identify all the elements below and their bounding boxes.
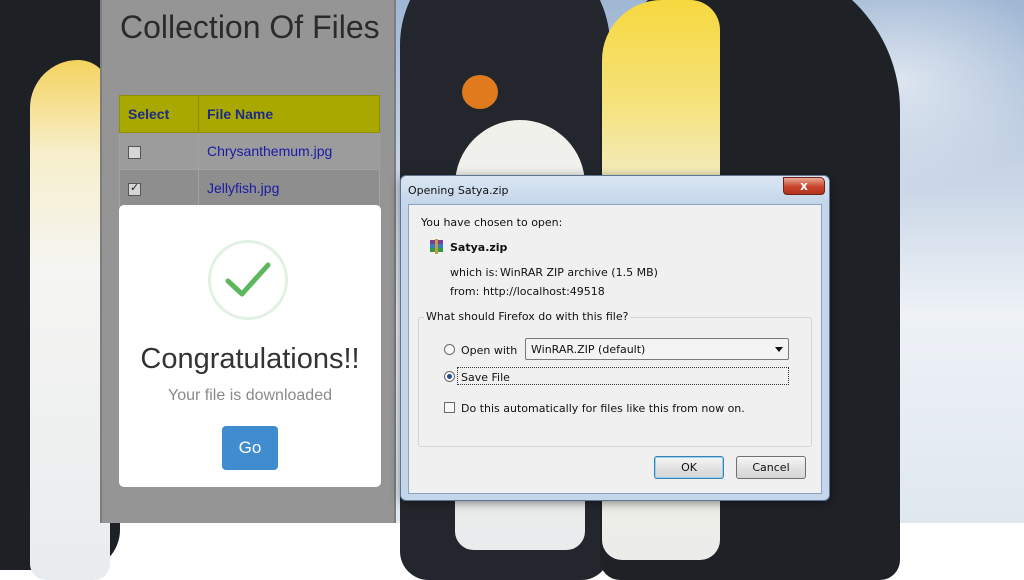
open-with-app-select[interactable]: WinRAR.ZIP (default) — [525, 338, 789, 360]
page-title: Collection Of Files — [120, 9, 380, 45]
file-name-cell: Jellyfish.jpg — [198, 169, 380, 207]
column-header-file-name: File Name — [198, 95, 380, 133]
table-header-row: Select File Name — [119, 95, 380, 133]
which-is-label: which is: — [450, 266, 499, 279]
open-with-label[interactable]: Open with — [461, 344, 517, 357]
download-dialog: Opening Satya.zip x You have chosen to o… — [400, 175, 830, 501]
open-with-radio[interactable] — [444, 344, 455, 355]
auto-label[interactable]: Do this automatically for files like thi… — [461, 402, 745, 415]
file-link[interactable]: Jellyfish.jpg — [207, 180, 279, 196]
options-question: What should Firefox do with this file? — [424, 310, 631, 323]
check-circle-icon — [208, 240, 288, 320]
column-header-select: Select — [119, 95, 199, 133]
penguin-middle-cheek — [462, 75, 498, 109]
close-icon: x — [800, 179, 808, 193]
save-file-radio[interactable] — [444, 371, 455, 382]
dialog-body: You have chosen to open: Satya.zip which… — [408, 204, 822, 494]
file-name-cell: Chrysanthemum.jpg — [198, 132, 380, 170]
file-select-checkbox[interactable] — [128, 181, 141, 196]
table-row: Chrysanthemum.jpg — [119, 132, 380, 170]
file-type-value: WinRAR ZIP archive (1.5 MB) — [500, 266, 658, 279]
chevron-down-icon — [775, 347, 783, 352]
auto-checkbox[interactable] — [444, 402, 455, 413]
winrar-archive-icon — [430, 239, 443, 254]
table-row: Jellyfish.jpg — [119, 169, 380, 207]
modal-title: Congratulations!! — [140, 343, 360, 375]
open-with-app-value: WinRAR.ZIP (default) — [531, 343, 646, 356]
from-label: from: — [450, 285, 480, 298]
file-name: Satya.zip — [450, 241, 508, 254]
penguin-left-belly — [30, 60, 110, 580]
files-table: Select File Name Chrysanthemum.jpg Jelly… — [119, 95, 380, 207]
select-cell — [119, 169, 199, 207]
select-cell — [119, 132, 199, 170]
ok-button[interactable]: OK — [654, 456, 724, 479]
go-button[interactable]: Go — [222, 426, 278, 470]
close-button[interactable]: x — [783, 177, 825, 195]
cancel-button[interactable]: Cancel — [736, 456, 806, 479]
modal-message: Your file is downloaded — [168, 387, 332, 404]
dialog-titlebar[interactable]: Opening Satya.zip x — [401, 176, 829, 202]
action-options-group: What should Firefox do with this file? O… — [418, 310, 812, 447]
intro-text: You have chosen to open: — [421, 216, 563, 229]
source-url: http://localhost:49518 — [483, 285, 605, 298]
file-link[interactable]: Chrysanthemum.jpg — [207, 143, 332, 159]
file-select-checkbox[interactable] — [128, 145, 141, 159]
congratulations-modal: Congratulations!! Your file is downloade… — [119, 205, 381, 487]
save-file-label[interactable]: Save File — [461, 371, 510, 384]
dialog-title: Opening Satya.zip — [408, 184, 509, 197]
